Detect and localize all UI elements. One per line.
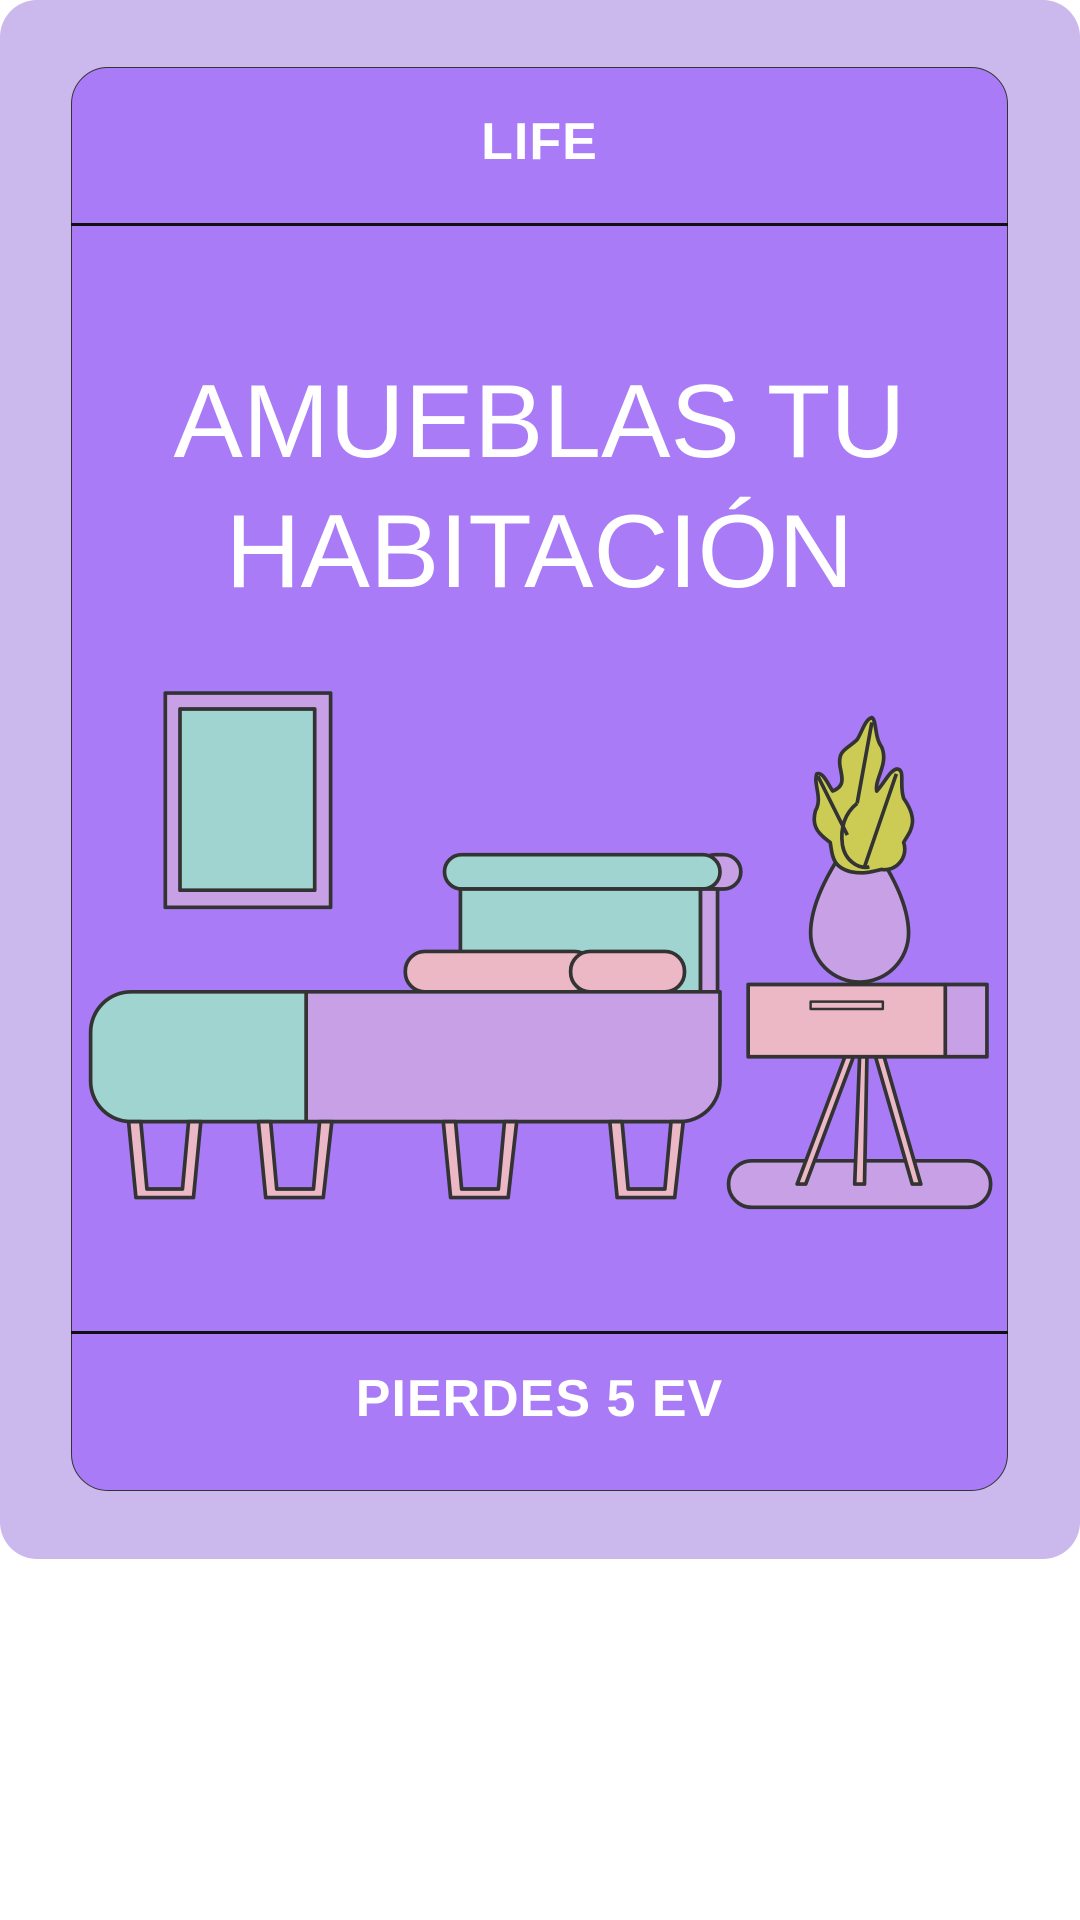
picture-frame [163,691,333,910]
plant-vase [808,715,915,984]
bedroom-illustration [88,691,993,1210]
side-table [746,982,989,1186]
bed-legs [126,1119,686,1200]
